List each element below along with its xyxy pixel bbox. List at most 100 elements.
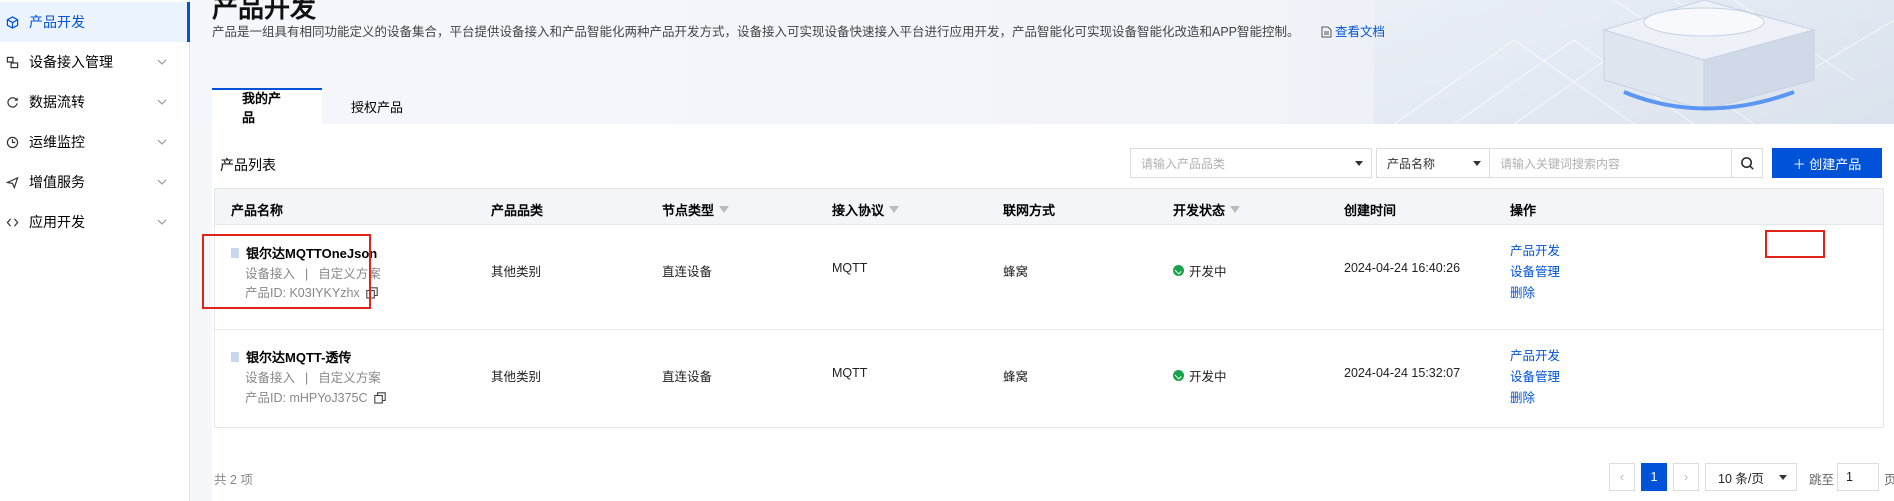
page-size-value: 10 条/页 <box>1718 471 1764 486</box>
delete-link[interactable]: 删除 <box>1510 387 1535 406</box>
category-cell: 其他类别 <box>491 265 542 279</box>
product-id-label: 产品ID: <box>245 391 286 405</box>
col-protocol-label: 接入协议 <box>832 203 885 218</box>
status-text: 开发中 <box>1189 265 1227 279</box>
field-select[interactable]: 产品名称 <box>1376 148 1490 178</box>
caret-down-icon <box>1355 161 1363 166</box>
device-manage-link[interactable]: 设备管理 <box>1510 366 1560 385</box>
page-size-select[interactable]: 10 条/页 <box>1705 463 1797 491</box>
table-row: 银尔达MQTT-透传 设备接入 | 自定义方案 产品ID: mHPYoJ375C 其… <box>215 329 1883 433</box>
filter-icon[interactable] <box>719 206 730 213</box>
prev-page-button[interactable]: ‹ <box>1609 463 1635 491</box>
product-name-text: 银尔达MQTT-透传 <box>246 350 352 365</box>
filter-icon[interactable] <box>1230 206 1241 213</box>
sidebar: 产品开发 设备接入管理 数据流转 运维监控 增值服务 应用开发 <box>0 0 190 501</box>
highlight-box-product-dev <box>1765 230 1825 258</box>
product-dev-link[interactable]: 产品开发 <box>1510 345 1560 364</box>
main-area: 产品开发 产品是一组具有相同功能定义的设备集合，平台提供设备接入和产品智能化两种… <box>190 0 1894 501</box>
sidebar-item-label: 应用开发 <box>29 214 85 230</box>
tab-authorized-products[interactable]: 授权产品 <box>322 88 432 124</box>
sidebar-item-product-dev[interactable]: 产品开发 <box>0 2 190 42</box>
page-suffix: 页 <box>1884 473 1894 487</box>
sidebar-item-app-dev[interactable]: 应用开发 <box>0 202 190 242</box>
chevron-down-icon <box>157 99 167 105</box>
network-cell: 蜂窝 <box>1003 265 1029 279</box>
search-button[interactable] <box>1731 148 1763 178</box>
keyword-placeholder: 请输入关键词搜索内容 <box>1500 156 1621 171</box>
col-category: 产品品类 <box>491 203 544 218</box>
filter-icon[interactable] <box>889 206 900 213</box>
description-text: 产品是一组具有相同功能定义的设备集合，平台提供设备接入和产品智能化两种产品开发方… <box>212 25 1300 39</box>
jump-label: 跳至 <box>1809 473 1835 487</box>
node-type-cell: 直连设备 <box>662 265 713 279</box>
col-status[interactable]: 开发状态 <box>1173 200 1241 219</box>
product-meta: 设备接入 | 自定义方案 <box>245 371 381 385</box>
product-dev-link[interactable]: 产品开发 <box>1510 240 1560 259</box>
highlight-box-product-name <box>202 234 371 309</box>
field-select-value: 产品名称 <box>1387 156 1436 171</box>
scheme-type: 自定义方案 <box>318 371 381 385</box>
document-icon <box>1321 26 1331 38</box>
col-node-type[interactable]: 节点类型 <box>662 200 730 219</box>
caret-down-icon <box>1473 161 1481 166</box>
total-count: 共 2 项 <box>214 473 253 487</box>
col-node-type-label: 节点类型 <box>662 203 715 218</box>
category-cell: 其他类别 <box>491 370 542 384</box>
create-product-button[interactable]: ＋ 创建产品 <box>1772 148 1882 178</box>
table-header: 产品名称 产品品类 节点类型 接入协议 联网方式 开发状态 创建时间 操作 <box>215 189 1883 225</box>
check-circle-icon <box>1173 265 1184 276</box>
node-type-cell: 直连设备 <box>662 370 713 384</box>
sidebar-item-label: 增值服务 <box>29 174 85 190</box>
delete-link[interactable]: 删除 <box>1510 282 1535 301</box>
status-badge: 开发中 <box>1173 366 1227 385</box>
tab-my-products[interactable]: 我的产品 <box>212 88 322 124</box>
status-text: 开发中 <box>1189 370 1227 384</box>
sidebar-item-device-access[interactable]: 设备接入管理 <box>0 42 190 82</box>
network-cell: 蜂窝 <box>1003 370 1029 384</box>
category-select[interactable]: 请输入产品品类 <box>1130 148 1372 178</box>
cube-icon <box>4 14 20 30</box>
copy-icon[interactable] <box>373 392 386 404</box>
product-list-panel: 产品列表 请输入产品品类 产品名称 请输入关键词搜索内容 ＋ 创建产品 产品名称… <box>202 124 1894 501</box>
tab-bar: 我的产品 授权产品 <box>212 88 432 124</box>
list-title: 产品列表 <box>220 157 276 173</box>
chevron-down-icon <box>157 139 167 145</box>
col-name: 产品名称 <box>231 203 284 218</box>
device-manage-link[interactable]: 设备管理 <box>1510 261 1560 280</box>
keyword-search-input[interactable]: 请输入关键词搜索内容 <box>1489 148 1732 178</box>
page-banner: 产品开发 产品是一组具有相同功能定义的设备集合，平台提供设备接入和产品智能化两种… <box>190 0 1894 124</box>
next-page-button[interactable]: › <box>1673 463 1699 491</box>
send-icon <box>4 174 20 190</box>
code-icon <box>4 214 20 230</box>
protocol-cell: MQTT <box>832 261 868 275</box>
sidebar-item-value-added[interactable]: 增值服务 <box>0 162 190 202</box>
sidebar-item-label: 产品开发 <box>29 14 85 30</box>
chevron-down-icon <box>157 219 167 225</box>
sidebar-item-label: 设备接入管理 <box>29 54 113 70</box>
search-icon <box>1740 156 1754 170</box>
banner-illustration <box>1374 0 1894 124</box>
check-circle-icon <box>1173 370 1184 381</box>
sidebar-item-ops-monitor[interactable]: 运维监控 <box>0 122 190 162</box>
category-placeholder: 请输入产品品类 <box>1141 156 1226 171</box>
page-1-button[interactable]: 1 <box>1641 463 1667 491</box>
product-name[interactable]: 银尔达MQTT-透传 <box>231 347 351 366</box>
col-network: 联网方式 <box>1003 203 1056 218</box>
col-status-label: 开发状态 <box>1173 203 1226 218</box>
device-icon <box>4 54 20 70</box>
col-created: 创建时间 <box>1344 203 1397 218</box>
product-icon <box>231 351 239 362</box>
product-id-value: mHPYoJ375C <box>289 391 368 405</box>
col-protocol[interactable]: 接入协议 <box>832 200 900 219</box>
chevron-down-icon <box>157 59 167 65</box>
protocol-cell: MQTT <box>832 366 868 380</box>
sidebar-item-data-flow[interactable]: 数据流转 <box>0 82 190 122</box>
monitor-icon <box>4 134 20 150</box>
view-docs-link[interactable]: 查看文档 <box>1335 25 1385 39</box>
sidebar-item-label: 运维监控 <box>29 134 85 150</box>
col-actions: 操作 <box>1510 203 1537 218</box>
jump-page-input[interactable]: 1 <box>1837 463 1879 491</box>
product-id: 产品ID: mHPYoJ375C <box>245 387 386 406</box>
page-description: 产品是一组具有相同功能定义的设备集合，平台提供设备接入和产品智能化两种产品开发方… <box>212 21 1385 40</box>
created-cell: 2024-04-24 15:32:07 <box>1344 366 1461 380</box>
